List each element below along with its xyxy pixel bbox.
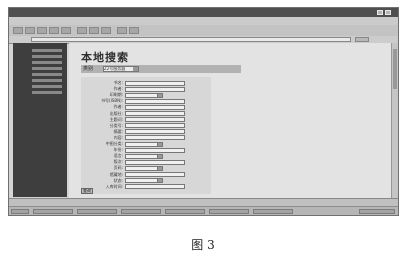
- category-select[interactable]: Z2号服务器: [103, 66, 139, 72]
- form-row-input[interactable]: [125, 104, 185, 110]
- home-icon[interactable]: [61, 27, 71, 34]
- taskbar-item[interactable]: [165, 209, 205, 214]
- form-row-input[interactable]: [125, 147, 185, 153]
- category-bar: 类别 Z2号服务器: [81, 65, 241, 73]
- taskbar-item[interactable]: [33, 209, 73, 214]
- chevron-down-icon: [157, 141, 163, 147]
- category-label: 类别: [83, 66, 94, 72]
- taskbar-item[interactable]: [121, 209, 161, 214]
- submit-button[interactable]: 查询: [81, 188, 93, 194]
- form-row-input[interactable]: [125, 98, 185, 104]
- form-row-input[interactable]: [125, 135, 185, 141]
- history-icon[interactable]: [101, 27, 111, 34]
- sidebar-item[interactable]: [32, 79, 62, 82]
- form-row-input[interactable]: [125, 129, 185, 135]
- category-value: Z2号服务器: [104, 66, 126, 71]
- chevron-down-icon: [157, 165, 163, 171]
- close-icon[interactable]: [385, 10, 391, 15]
- taskbar-item[interactable]: [209, 209, 249, 214]
- taskbar-item[interactable]: [77, 209, 117, 214]
- form-row-input[interactable]: [125, 111, 185, 116]
- page-title: 本地搜索: [81, 51, 129, 64]
- sidebar-item[interactable]: [32, 91, 62, 94]
- menu-bar: [9, 17, 398, 25]
- browser-window-screenshot: 本地搜索 类别 Z2号服务器 书名: 作者: 印刷期: 书号(ISBN): 作者: 出版社…: [8, 7, 399, 216]
- stop-icon[interactable]: [37, 27, 47, 34]
- vertical-scrollbar[interactable]: [391, 43, 398, 198]
- form-row-input[interactable]: [125, 159, 185, 165]
- chevron-down-icon: [157, 153, 163, 159]
- sidebar-item[interactable]: [32, 85, 62, 88]
- form-row-input[interactable]: [125, 172, 185, 177]
- start-button[interactable]: [11, 209, 29, 214]
- form-row-label: 馆藏地:: [109, 171, 123, 177]
- form-row-input[interactable]: [125, 184, 185, 190]
- sidebar-item[interactable]: [32, 55, 62, 58]
- form-row-label: 作者:: [113, 104, 123, 110]
- sidebar-nav: [13, 43, 67, 197]
- favorites-icon[interactable]: [89, 27, 99, 34]
- print-icon[interactable]: [129, 27, 139, 34]
- form-row-label: 状态:: [113, 177, 123, 183]
- chevron-down-icon: [157, 92, 163, 98]
- chevron-down-icon: [157, 178, 163, 184]
- figure-caption: 图 3: [191, 238, 215, 252]
- form-row-label: 出版社:: [109, 110, 123, 116]
- form-row-input[interactable]: [125, 123, 185, 129]
- sidebar-item[interactable]: [32, 73, 62, 76]
- form-row-label: 摘要:: [113, 128, 123, 134]
- scrollbar-thumb[interactable]: [393, 49, 397, 89]
- sidebar-item[interactable]: [32, 49, 62, 52]
- taskbar: [9, 206, 398, 215]
- form-row-label: 主题词:: [109, 116, 123, 122]
- sidebar-item[interactable]: [32, 67, 62, 70]
- address-input[interactable]: [31, 37, 351, 42]
- main-content: 本地搜索 类别 Z2号服务器 书名: 作者: 印刷期: 书号(ISBN): 作者: 出版社…: [69, 43, 391, 198]
- form-row-input[interactable]: [125, 117, 185, 123]
- taskbar-item[interactable]: [253, 209, 293, 214]
- minimize-icon[interactable]: [377, 10, 383, 15]
- sidebar-item[interactable]: [32, 61, 62, 64]
- go-button[interactable]: [355, 37, 369, 42]
- form-row-label: 分类号:: [109, 122, 123, 128]
- form-row-label: 页码:: [113, 165, 123, 171]
- back-icon[interactable]: [13, 27, 23, 34]
- form-row-input[interactable]: [125, 86, 185, 92]
- form-row-label: 内容:: [113, 134, 123, 140]
- form-row-input[interactable]: [125, 80, 185, 86]
- refresh-icon[interactable]: [49, 27, 59, 34]
- mail-icon[interactable]: [117, 27, 127, 34]
- chevron-down-icon: [133, 67, 138, 71]
- search-icon[interactable]: [77, 27, 87, 34]
- search-form: 书名: 作者: 印刷期: 书号(ISBN): 作者: 出版社: 主题词: 分类号: 摘要: 内容:…: [81, 77, 211, 194]
- system-tray: [359, 209, 395, 214]
- status-bar: [9, 198, 398, 206]
- title-bar: [9, 8, 398, 17]
- forward-icon[interactable]: [25, 27, 35, 34]
